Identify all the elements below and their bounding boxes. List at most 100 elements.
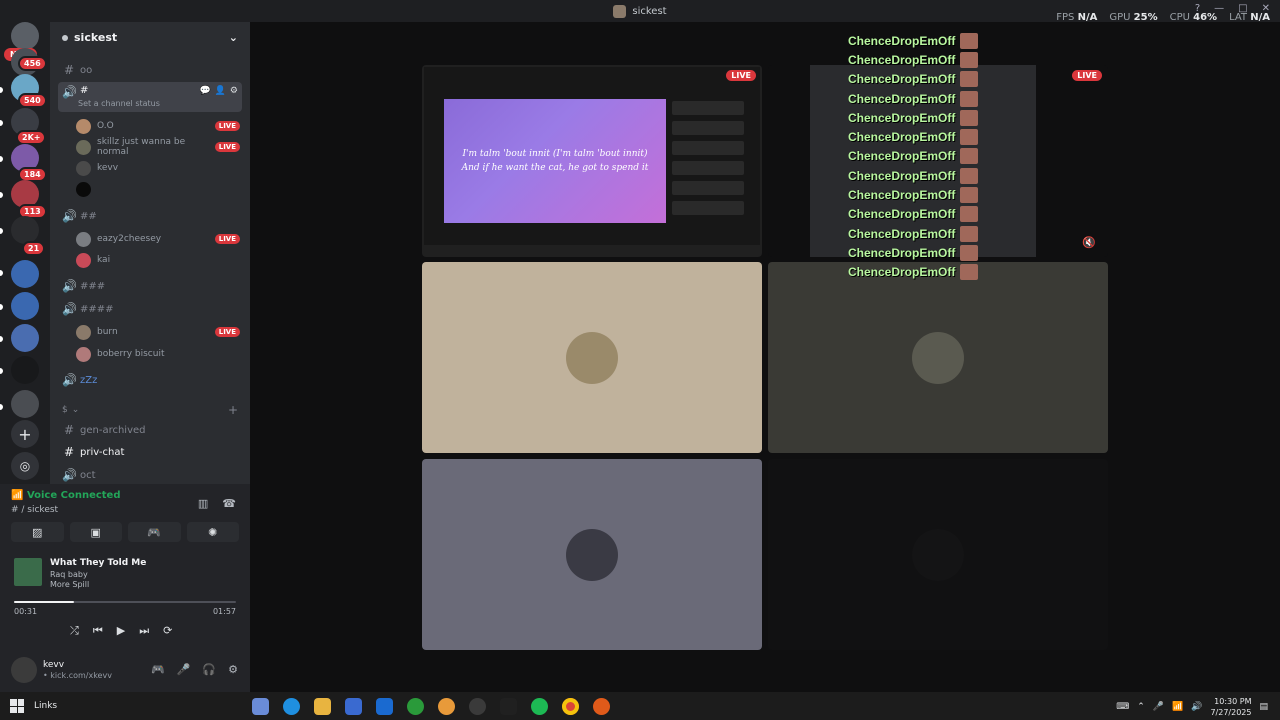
avatar[interactable] bbox=[11, 657, 37, 683]
stream-taskbar bbox=[424, 245, 760, 255]
server-icon[interactable] bbox=[11, 260, 39, 288]
shuffle-icon[interactable]: ⤮ bbox=[70, 624, 79, 638]
channel-status[interactable]: Set a channel status bbox=[78, 99, 160, 108]
spotify-icon[interactable] bbox=[531, 698, 548, 715]
voice-channel[interactable]: # / sickest bbox=[11, 505, 58, 515]
voice-user[interactable]: O.O LIVE bbox=[76, 116, 240, 136]
voice-user[interactable]: kevv bbox=[76, 158, 240, 178]
links-toolbar[interactable]: Links bbox=[34, 701, 57, 711]
server-dot-icon bbox=[62, 34, 68, 41]
file-explorer-icon[interactable] bbox=[314, 698, 331, 715]
add-channel-icon[interactable]: + bbox=[228, 403, 238, 417]
store-icon[interactable] bbox=[345, 698, 362, 715]
copilot-icon[interactable] bbox=[252, 698, 269, 715]
server-icon[interactable] bbox=[11, 356, 39, 384]
fps-value: N/A bbox=[1077, 12, 1098, 23]
avatar bbox=[912, 331, 964, 384]
discover-button[interactable]: ◎ bbox=[11, 452, 39, 480]
previous-icon[interactable]: ⏮ bbox=[93, 624, 103, 638]
participant-tile[interactable] bbox=[422, 262, 762, 453]
microphone-icon[interactable]: 🎤 bbox=[1153, 702, 1164, 712]
app-icon[interactable] bbox=[438, 698, 455, 715]
xbox-icon[interactable] bbox=[407, 698, 424, 715]
lat-label: LAT bbox=[1229, 12, 1248, 23]
screen-share-button[interactable]: ▣ bbox=[69, 522, 122, 542]
server-icon[interactable] bbox=[11, 216, 39, 244]
voice-user[interactable]: burn LIVE bbox=[76, 322, 240, 342]
participant-tile[interactable] bbox=[768, 262, 1108, 453]
channel-item[interactable]: 🔊 ## bbox=[58, 206, 242, 226]
gear-icon[interactable]: ⚙ bbox=[228, 663, 238, 676]
voice-user[interactable]: boberry biscuit bbox=[76, 344, 240, 364]
activity-button[interactable]: 🎮 bbox=[128, 522, 181, 542]
soundboard-button[interactable]: ✺ bbox=[186, 522, 239, 542]
server-icon[interactable] bbox=[11, 390, 39, 418]
emote-icon bbox=[960, 264, 978, 281]
signal-icon: 📶 bbox=[11, 490, 27, 501]
channel-item-active[interactable]: 🔊 # Set a channel status 💬 👤 ⚙ bbox=[58, 82, 242, 112]
chevron-down-icon[interactable]: ⌄ bbox=[229, 31, 238, 44]
emote-overlay-row: ChenceDropEmOff bbox=[848, 185, 978, 204]
server-icon[interactable] bbox=[11, 324, 39, 352]
avatar bbox=[76, 346, 91, 362]
channel-item[interactable]: 🔊 zZz bbox=[58, 370, 242, 390]
keyboard-icon[interactable]: ⌨ bbox=[1116, 702, 1129, 712]
avatar bbox=[76, 139, 91, 155]
chat-icon[interactable]: 💬 bbox=[199, 86, 210, 96]
hash-icon: # bbox=[63, 63, 75, 77]
server-icon[interactable] bbox=[11, 292, 39, 320]
add-user-icon[interactable]: 👤 bbox=[215, 86, 226, 96]
repeat-icon[interactable]: ⟳ bbox=[163, 624, 172, 638]
mention-badge: 456 bbox=[18, 56, 47, 71]
speaker-icon: 🔊 bbox=[62, 468, 77, 482]
clock[interactable]: 10:30 PM 7/27/2025 bbox=[1210, 696, 1251, 718]
obs-icon[interactable] bbox=[469, 698, 486, 715]
muted-icon[interactable]: 🔇 bbox=[1082, 236, 1096, 249]
volume-icon[interactable]: 🔊 bbox=[1191, 702, 1202, 712]
participant-tile[interactable] bbox=[422, 459, 762, 650]
channel-item[interactable]: 🔊 oct bbox=[58, 465, 242, 484]
disconnect-icon[interactable]: ☎ bbox=[222, 497, 236, 510]
next-icon[interactable]: ⏭ bbox=[139, 624, 149, 638]
gamepad-icon[interactable]: 🎮 bbox=[151, 663, 165, 676]
emote-icon bbox=[960, 187, 978, 204]
voice-user[interactable]: kai bbox=[76, 250, 240, 270]
username[interactable]: kevv bbox=[43, 660, 64, 670]
voice-user[interactable] bbox=[76, 179, 240, 199]
edge-icon[interactable] bbox=[283, 698, 300, 715]
voice-user[interactable]: eazy2cheesey LIVE bbox=[76, 229, 240, 249]
headphones-icon[interactable]: 🎧 bbox=[202, 663, 216, 676]
channel-item[interactable]: # gen-archived bbox=[58, 420, 242, 440]
emote-overlay-row: ChenceDropEmOff bbox=[848, 205, 978, 224]
voice-user[interactable]: skillz just wanna be normal LIVE bbox=[76, 137, 240, 157]
avatar bbox=[76, 324, 91, 340]
channel-item[interactable]: # oo bbox=[58, 60, 242, 80]
app-icon[interactable] bbox=[500, 698, 517, 715]
clock-time: 10:30 PM bbox=[1214, 697, 1252, 706]
server-icon[interactable] bbox=[11, 22, 39, 50]
app-icon[interactable] bbox=[593, 698, 610, 715]
add-server-button[interactable]: + bbox=[11, 420, 39, 448]
channel-item[interactable]: # priv-chat bbox=[58, 442, 242, 462]
chevron-up-icon[interactable]: ⌃ bbox=[1137, 702, 1145, 712]
notification-icon[interactable]: ▤ bbox=[1259, 702, 1268, 712]
wifi-icon[interactable]: 📶 bbox=[1172, 702, 1183, 712]
gear-icon[interactable]: ⚙ bbox=[230, 86, 238, 96]
channel-item[interactable]: 🔊 ### bbox=[58, 276, 242, 296]
stream-tile[interactable]: I'm talm 'bout innit (I'm talm 'bout inn… bbox=[422, 65, 762, 257]
play-icon[interactable]: ▶ bbox=[117, 624, 125, 638]
microphone-icon[interactable]: 🎤 bbox=[177, 663, 191, 676]
start-icon[interactable] bbox=[10, 699, 24, 713]
avatar bbox=[76, 160, 91, 176]
emote-overlay-row: ChenceDropEmOff bbox=[848, 243, 978, 262]
track-progress-bar[interactable] bbox=[14, 601, 236, 603]
camera-button[interactable]: ▨ bbox=[11, 522, 64, 542]
outlook-icon[interactable] bbox=[376, 698, 393, 715]
participant-tile[interactable] bbox=[768, 459, 1108, 650]
noise-suppression-icon[interactable]: ▥ bbox=[198, 497, 208, 510]
channel-item[interactable]: 🔊 #### bbox=[58, 299, 242, 319]
chrome-icon[interactable] bbox=[562, 698, 579, 715]
server-header[interactable]: sickest ⌄ bbox=[50, 22, 250, 52]
category-header[interactable]: $ ⌄ + bbox=[58, 400, 242, 420]
live-badge: LIVE bbox=[214, 327, 240, 337]
